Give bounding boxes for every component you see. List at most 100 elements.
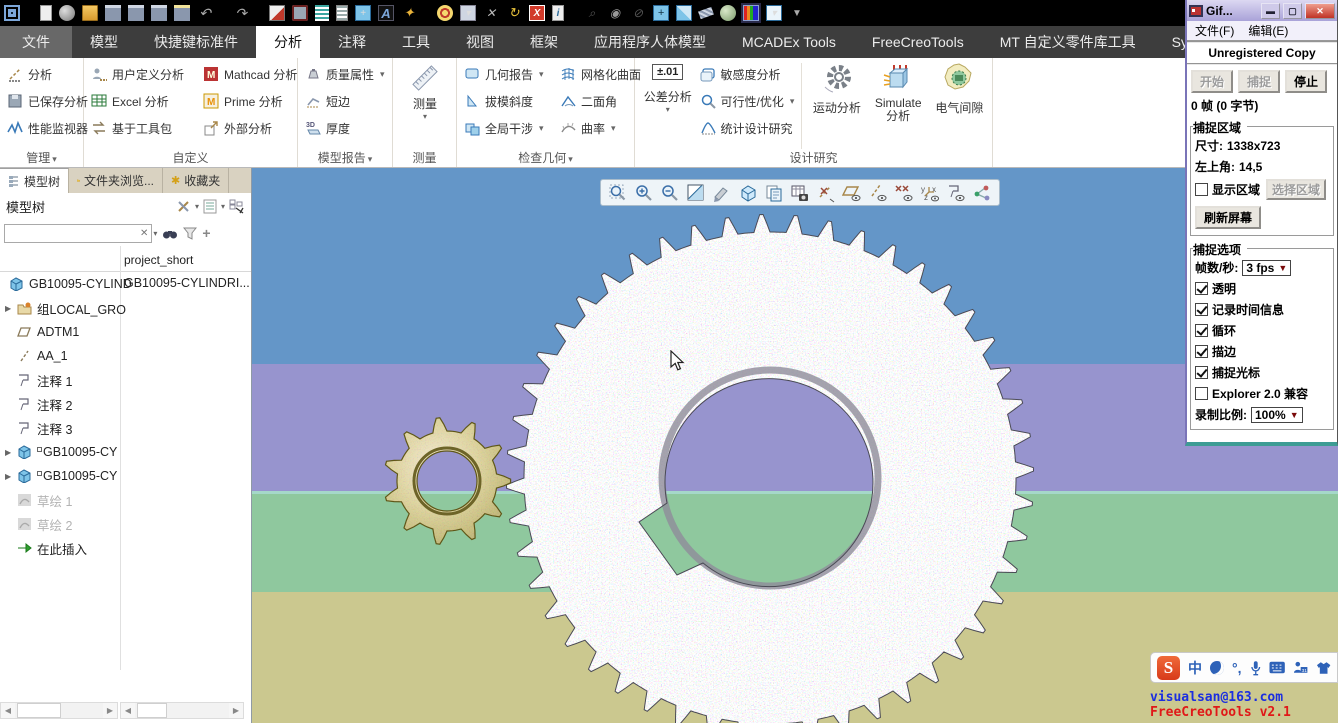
filter-funnel-icon[interactable] — [183, 227, 197, 240]
show-region-checkbox[interactable] — [1195, 183, 1208, 196]
sensitivity-analysis-button[interactable]: 敏感度分析 — [697, 61, 798, 88]
csys-display-icon[interactable]: yxz — [919, 182, 941, 203]
column-hscrollbar[interactable]: ◀▶ — [120, 702, 244, 719]
gear-model-canvas[interactable] — [252, 168, 1338, 723]
tree-row-sketch2[interactable]: 草绘 2 — [0, 512, 251, 536]
gif-capture-button[interactable]: 捕捉 — [1238, 70, 1280, 93]
dihedral-angle-button[interactable]: 二面角 — [557, 88, 635, 115]
zoom-out-icon[interactable] — [659, 182, 681, 203]
capture-cursor-checkbox[interactable] — [1195, 366, 1208, 379]
repaint-icon[interactable] — [685, 182, 707, 203]
group-label-check-geometry[interactable]: 检查几何 — [457, 149, 634, 166]
saved-analysis-button[interactable]: 已保存分析 — [4, 88, 81, 115]
mathcad-analysis-button[interactable]: MMathcad 分析 — [200, 61, 298, 88]
gif-maximize-button[interactable]: ▢ — [1283, 3, 1302, 19]
tab-freecreotools[interactable]: FreeCreoTools — [854, 26, 982, 58]
tree-row-sketch1[interactable]: 草绘 1 — [0, 488, 251, 512]
tree-search-input[interactable] — [4, 224, 152, 243]
performance-monitor-button[interactable]: 性能监视器 — [4, 115, 81, 142]
open-folder-icon[interactable] — [82, 5, 98, 21]
datum-plus-icon[interactable]: + — [653, 5, 669, 21]
expand-arrow[interactable]: ▶ — [5, 472, 15, 481]
statistical-design-study-button[interactable]: 统计设计研究 — [697, 115, 798, 142]
curvature-button[interactable]: 曲率 — [557, 115, 635, 142]
close-window-icon[interactable]: ✕ — [483, 5, 499, 21]
simulate-analysis-button[interactable]: Simulate 分析 — [868, 61, 929, 147]
transparent-checkbox[interactable] — [1195, 282, 1208, 295]
tab-analysis[interactable]: 分析 — [256, 26, 320, 58]
mass-properties-button[interactable]: 质量属性 — [302, 61, 390, 88]
datum-display-icon[interactable] — [815, 182, 837, 203]
regenerate-icon[interactable] — [269, 5, 285, 21]
loop-checkbox[interactable] — [1195, 324, 1208, 337]
zoom-in-icon[interactable] — [633, 182, 655, 203]
explorer-compat-checkbox[interactable] — [1195, 387, 1208, 400]
more-commands-icon[interactable]: ▼ — [789, 5, 805, 21]
tree-hscrollbar[interactable]: ◀▶ — [0, 702, 118, 719]
command-list-icon[interactable] — [315, 5, 329, 21]
record-video-icon[interactable] — [292, 5, 308, 21]
keyboard-icon[interactable] — [1269, 661, 1285, 674]
tab-favorites[interactable]: ✱收藏夹 — [163, 168, 229, 193]
tolerance-analysis-button[interactable]: ±.01 公差分析 ▾ — [639, 61, 697, 147]
clear-search-icon[interactable]: ✕ — [140, 228, 148, 239]
small-gear[interactable] — [386, 418, 511, 544]
electrical-clearance-button[interactable]: 电气间隙 — [929, 61, 990, 147]
measure-ruler-icon[interactable] — [698, 7, 714, 19]
save-copy-icon[interactable] — [151, 5, 167, 21]
scroll-thumb[interactable] — [137, 703, 167, 718]
scroll-left-icon[interactable]: ◀ — [121, 703, 135, 718]
tab-framework[interactable]: 框架 — [512, 26, 576, 58]
chinese-mode-icon[interactable]: 中 — [1188, 658, 1202, 678]
record-time-checkbox[interactable] — [1195, 303, 1208, 316]
outline-checkbox[interactable] — [1195, 345, 1208, 358]
tab-shortcut-parts[interactable]: 快捷键标准件 — [136, 26, 256, 58]
moon-icon[interactable] — [1210, 661, 1224, 675]
tab-model[interactable]: 模型 — [72, 26, 136, 58]
undo-icon[interactable]: ↶ — [197, 5, 213, 21]
tree-row-group[interactable]: ▶ 组LOCAL_GRO — [0, 296, 251, 320]
scroll-left-icon[interactable]: ◀ — [1, 703, 15, 718]
short-edge-button[interactable]: 短边 — [302, 88, 390, 115]
render-icon[interactable]: ✦ — [401, 5, 417, 21]
mic-icon[interactable] — [1250, 660, 1262, 676]
group-label-model-report[interactable]: 模型报告 — [298, 149, 392, 166]
point-display-icon[interactable] — [893, 182, 915, 203]
analysis-button[interactable]: 分析 — [4, 61, 81, 88]
tree-row-part1[interactable]: ▶ GB10095-CY — [0, 440, 251, 464]
tree-row-root[interactable]: GB10095-CYLIND GB10095-CYLINDRI... — [0, 272, 251, 296]
gif-close-button[interactable]: ✕ — [1305, 3, 1335, 19]
tab-mcadex[interactable]: MCADEx Tools — [724, 26, 854, 58]
group-label-manage[interactable]: 管理 — [0, 149, 83, 166]
tab-model-tree[interactable]: 模型树 — [0, 168, 69, 193]
gif-stop-button[interactable]: 停止 — [1285, 70, 1327, 93]
expand-arrow[interactable]: ▶ — [5, 448, 15, 457]
tree-row-adtm1[interactable]: ADTM1 — [0, 320, 251, 344]
globe-icon[interactable] — [720, 5, 736, 21]
tree-settings-icon[interactable] — [203, 199, 217, 214]
fps-dropdown[interactable]: 3 fps▼ — [1242, 260, 1291, 276]
sphere-icon[interactable] — [59, 5, 75, 21]
input-badge-icon[interactable]: 31 — [1293, 660, 1307, 675]
geometry-report-button[interactable]: 几何报告 — [461, 61, 557, 88]
gif-menu-file[interactable]: 文件(F) — [1195, 22, 1234, 39]
info-page-icon[interactable]: i — [552, 5, 564, 21]
view-manager-icon[interactable] — [763, 182, 785, 203]
punctuation-icon[interactable]: °, — [1232, 660, 1242, 676]
tab-folder-browser[interactable]: 文件夹浏览... — [69, 168, 163, 193]
display-style-icon[interactable] — [711, 182, 733, 203]
save-increment-icon[interactable] — [128, 5, 144, 21]
show-eye-icon[interactable]: ◉ — [607, 5, 623, 21]
tree-settings-dropdown[interactable]: ▾ — [221, 202, 225, 211]
global-interference-button[interactable]: 全局干涉 — [461, 115, 557, 142]
zoom-fit-icon[interactable] — [607, 182, 629, 203]
column-header-project-short[interactable]: project_short — [124, 253, 193, 271]
capture-icon[interactable] — [789, 182, 811, 203]
tab-manikin[interactable]: 应用程序人体模型 — [576, 26, 724, 58]
sogou-logo-icon[interactable]: S — [1157, 656, 1180, 680]
tree-filter-hide-icon[interactable] — [229, 199, 245, 214]
big-gear[interactable] — [507, 215, 1034, 723]
spin-center-icon[interactable] — [971, 182, 993, 203]
draft-angle-button[interactable]: 拔模斜度 — [461, 88, 557, 115]
thickness-button[interactable]: 3D厚度 — [302, 115, 390, 142]
